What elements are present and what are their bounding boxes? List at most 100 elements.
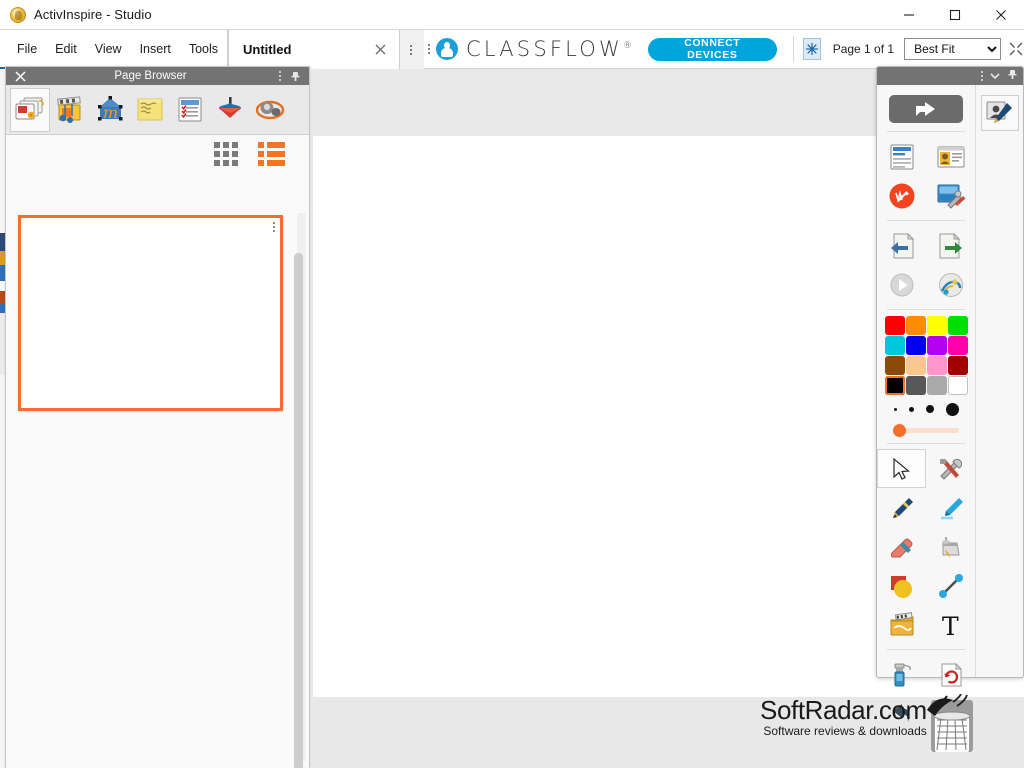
activinspire-icon bbox=[10, 6, 26, 23]
fullscreen-icon[interactable] bbox=[1007, 41, 1024, 57]
svg-text:T: T bbox=[942, 612, 959, 638]
tool-palette-menu-icon[interactable] bbox=[981, 71, 983, 81]
color-peach[interactable] bbox=[905, 356, 926, 375]
profile-tool[interactable] bbox=[926, 137, 975, 176]
pen-size-l[interactable] bbox=[945, 402, 959, 416]
color-magenta[interactable] bbox=[947, 336, 968, 355]
color-darkgray[interactable] bbox=[905, 376, 926, 395]
close-icon[interactable] bbox=[978, 0, 1024, 30]
watermark-title: SoftRadar.com bbox=[760, 695, 927, 725]
tool-palette-collapse-icon[interactable] bbox=[990, 67, 1000, 85]
pen-tool[interactable] bbox=[877, 488, 926, 527]
eraser-tool[interactable] bbox=[877, 527, 926, 566]
title-bar: ActivInspire - Studio bbox=[0, 0, 1024, 30]
classflow-wordmark: CLASSFLOW® bbox=[466, 37, 632, 61]
color-brown[interactable] bbox=[884, 356, 905, 375]
svg-text:m: m bbox=[103, 103, 118, 122]
page-browser-menu-icon[interactable] bbox=[273, 71, 287, 81]
menu-tools[interactable]: Tools bbox=[180, 38, 227, 60]
toolbar-divider bbox=[792, 36, 794, 62]
watermark-subtitle: Software reviews & downloads bbox=[763, 724, 927, 738]
color-orange[interactable] bbox=[905, 316, 926, 335]
page-browser-scrollbar-thumb[interactable] bbox=[294, 253, 303, 768]
annotate-over-desktop-tool[interactable] bbox=[877, 176, 926, 215]
zoom-level-select[interactable]: Best Fit bbox=[904, 38, 1002, 60]
pen-width-knob[interactable] bbox=[893, 424, 906, 437]
tab-untitled[interactable]: Untitled bbox=[228, 30, 400, 69]
notes-browser-tab[interactable] bbox=[130, 88, 170, 132]
page-thumbnail-1[interactable] bbox=[18, 215, 283, 411]
pen-width-slider[interactable] bbox=[893, 422, 959, 438]
action-browser-tab[interactable] bbox=[210, 88, 250, 132]
grid-view-icon[interactable] bbox=[214, 142, 238, 166]
tools-menu-tool[interactable] bbox=[926, 449, 975, 488]
new-flipchart-tool[interactable] bbox=[877, 137, 926, 176]
color-yellow[interactable] bbox=[926, 316, 947, 335]
shape-tool[interactable] bbox=[877, 566, 926, 605]
color-darkred[interactable] bbox=[947, 356, 968, 375]
media-tool[interactable] bbox=[877, 605, 926, 644]
tool-palette-body: T bbox=[877, 85, 1023, 722]
page-browser-body bbox=[6, 173, 309, 768]
color-cyan[interactable] bbox=[884, 336, 905, 355]
list-view-icon[interactable] bbox=[258, 142, 285, 166]
minimize-icon[interactable] bbox=[886, 0, 932, 30]
page-browser-tab[interactable] bbox=[10, 87, 50, 132]
clear-tool[interactable] bbox=[877, 655, 926, 694]
presentation-pen-tool[interactable] bbox=[980, 95, 1019, 131]
tab-close-icon[interactable] bbox=[371, 41, 389, 59]
pen-size-xs[interactable] bbox=[893, 407, 897, 411]
activinspire-window: ActivInspire - Studio File Edit View Ins… bbox=[0, 0, 1024, 768]
pen-size-m[interactable] bbox=[925, 405, 934, 413]
maximize-icon[interactable] bbox=[932, 0, 978, 30]
classflow-overflow-icon[interactable] bbox=[428, 44, 430, 54]
watermark-text: SoftRadar.com Software reviews & downloa… bbox=[760, 694, 927, 738]
color-black[interactable] bbox=[884, 376, 905, 395]
desktop-tools[interactable] bbox=[926, 176, 975, 215]
tool-palette-side-column bbox=[975, 85, 1023, 677]
tool-palette-pin-icon[interactable] bbox=[1007, 67, 1018, 85]
palette-divider-1 bbox=[887, 131, 965, 132]
property-browser-tab[interactable] bbox=[170, 88, 210, 132]
fill-tool[interactable] bbox=[926, 527, 975, 566]
reset-page-tool[interactable] bbox=[926, 655, 975, 694]
next-page-tool[interactable] bbox=[926, 226, 975, 265]
classflow-wordmark-text: CLASSFLOW bbox=[466, 37, 623, 61]
tool-palette-main-column: T bbox=[877, 85, 975, 722]
page-browser-pin-icon[interactable] bbox=[287, 71, 303, 82]
tab-overflow-menu-icon[interactable] bbox=[400, 30, 422, 69]
page-browser-scrollbar-track[interactable] bbox=[294, 213, 306, 768]
menu-file[interactable]: File bbox=[8, 38, 46, 60]
color-white[interactable] bbox=[947, 376, 968, 395]
voting-browser-tab[interactable] bbox=[250, 88, 290, 132]
highlighter-tool[interactable] bbox=[926, 488, 975, 527]
resource-browser-tab[interactable] bbox=[50, 88, 90, 132]
page-browser-close-icon[interactable] bbox=[12, 70, 28, 82]
play-tool[interactable] bbox=[877, 265, 926, 304]
palette-divider-3 bbox=[887, 309, 965, 310]
menu-insert[interactable]: Insert bbox=[131, 38, 180, 60]
menu-edit[interactable]: Edit bbox=[46, 38, 86, 60]
page-thumbnail-menu-icon[interactable] bbox=[273, 222, 275, 232]
color-pink[interactable] bbox=[926, 356, 947, 375]
share-button[interactable] bbox=[889, 95, 963, 123]
magic-ink-tool[interactable] bbox=[926, 265, 975, 304]
color-blue[interactable] bbox=[905, 336, 926, 355]
color-purple[interactable] bbox=[926, 336, 947, 355]
palette-divider-2 bbox=[887, 220, 965, 221]
text-tool[interactable]: T bbox=[926, 605, 975, 644]
select-tool[interactable] bbox=[877, 449, 926, 488]
previous-page-tool[interactable] bbox=[877, 226, 926, 265]
color-green[interactable] bbox=[947, 316, 968, 335]
pen-size-s[interactable] bbox=[908, 406, 914, 412]
object-browser-tab[interactable]: m bbox=[90, 88, 130, 132]
connect-devices-button[interactable]: CONNECT DEVICES bbox=[648, 37, 777, 61]
connector-tool[interactable] bbox=[926, 566, 975, 605]
pen-size-selector bbox=[877, 399, 975, 419]
color-lightgray[interactable] bbox=[926, 376, 947, 395]
page-browser-panel: Page Browser m bbox=[5, 66, 310, 768]
registered-mark: ® bbox=[623, 41, 632, 51]
color-red[interactable] bbox=[884, 316, 905, 335]
snowflake-icon[interactable] bbox=[803, 38, 821, 60]
menu-view[interactable]: View bbox=[86, 38, 131, 60]
